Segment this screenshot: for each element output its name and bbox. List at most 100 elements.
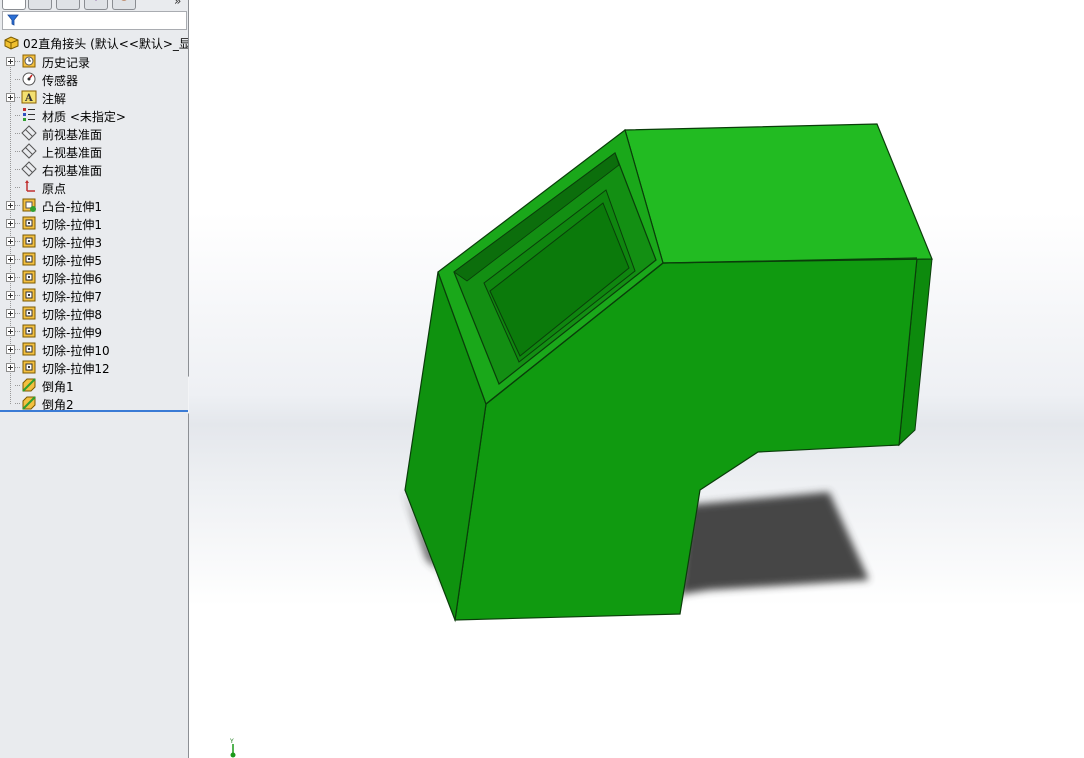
dimxpert-tab[interactable] — [84, 0, 108, 10]
display-manager-icon — [121, 0, 127, 1]
configuration-manager-tab[interactable] — [56, 0, 80, 10]
property-manager-icon — [32, 0, 48, 1]
chamfer-icon — [21, 377, 37, 393]
graphics-viewport[interactable]: Y — [189, 0, 1084, 758]
tree-item-label: 凸台-拉伸1 — [42, 200, 102, 214]
tree-item[interactable]: 切除-拉伸8 — [0, 304, 188, 322]
cut-extrude-icon — [21, 287, 37, 303]
annotation-icon: A — [21, 89, 37, 105]
plane-icon — [21, 143, 37, 159]
material-icon — [21, 107, 37, 123]
tree-connector — [15, 61, 20, 62]
svg-text:A: A — [24, 93, 33, 104]
more-tabs-chevron-icon[interactable]: » — [174, 0, 181, 8]
tree-item[interactable]: 切除-拉伸3 — [0, 232, 188, 250]
tree-item-label: 切除-拉伸8 — [42, 308, 102, 322]
expand-toggle-icon[interactable] — [6, 363, 15, 372]
cut-extrude-icon — [21, 251, 37, 267]
tree-connector — [15, 385, 20, 386]
cut-extrude-icon — [21, 215, 37, 231]
cut-extrude-icon — [21, 323, 37, 339]
tree-connector — [15, 241, 20, 242]
tree-connector — [15, 79, 20, 80]
tree-item[interactable]: 凸台-拉伸1 — [0, 196, 188, 214]
expand-toggle-icon[interactable] — [6, 327, 15, 336]
tree-item[interactable]: 切除-拉伸9 — [0, 322, 188, 340]
tree-item-label: 上视基准面 — [42, 146, 103, 160]
tree-item-label: 切除-拉伸5 — [42, 254, 102, 268]
expand-toggle-icon[interactable] — [6, 237, 15, 246]
configuration-manager-icon — [60, 0, 76, 1]
feature-manager-icon — [6, 0, 22, 1]
tree-connector — [15, 97, 20, 98]
tree-item[interactable]: 传感器 — [0, 70, 188, 88]
rollback-bar[interactable] — [0, 410, 188, 412]
plane-icon — [21, 125, 37, 141]
tree-item[interactable]: 材质 <未指定> — [0, 106, 188, 124]
feature-tree: 历史记录 传感器 A 注解材质 <未指定> 前视基准面上视基准面 右视基准面 原点凸台-拉伸… — [0, 52, 188, 412]
tree-item[interactable]: 上视基准面 — [0, 142, 188, 160]
tree-item-label: 切除-拉伸6 — [42, 272, 102, 286]
cut-extrude-icon — [21, 269, 37, 285]
tree-item-label: 切除-拉伸7 — [42, 290, 102, 304]
tree-item-label: 切除-拉伸9 — [42, 326, 102, 340]
filter-icon — [7, 14, 19, 26]
display-manager-tab[interactable] — [112, 0, 136, 10]
cut-extrude-icon — [21, 233, 37, 249]
tree-item-label: 切除-拉伸12 — [42, 362, 110, 376]
expand-toggle-icon[interactable] — [6, 345, 15, 354]
tree-item[interactable]: 历史记录 — [0, 52, 188, 70]
chamfer-icon — [21, 395, 37, 411]
tree-connector — [15, 313, 20, 314]
expand-toggle-icon[interactable] — [6, 219, 15, 228]
tree-item[interactable]: 倒角1 — [0, 376, 188, 394]
property-manager-tab[interactable] — [28, 0, 52, 10]
tree-connector — [15, 349, 20, 350]
tree-item[interactable]: 切除-拉伸1 — [0, 214, 188, 232]
expand-toggle-icon[interactable] — [6, 291, 15, 300]
expand-toggle-icon[interactable] — [6, 255, 15, 264]
expand-toggle-icon[interactable] — [6, 93, 15, 102]
origin-icon — [21, 179, 37, 195]
dimxpert-icon — [95, 0, 97, 1]
tree-connector — [15, 223, 20, 224]
tree-filter-input[interactable] — [2, 11, 187, 30]
expand-toggle-icon[interactable] — [6, 273, 15, 282]
tree-item[interactable]: 切除-拉伸10 — [0, 340, 188, 358]
tree-item[interactable]: 切除-拉伸12 — [0, 358, 188, 376]
part-3d-model[interactable] — [189, 0, 1084, 758]
sensor-icon — [21, 71, 37, 87]
tree-connector — [15, 115, 20, 116]
tree-item[interactable]: A 注解 — [0, 88, 188, 106]
tree-connector — [15, 187, 20, 188]
expand-toggle-icon[interactable] — [6, 309, 15, 318]
feature-manager-panel: » 02直角接头 (默认<<默认>_显 历史记录 传感器 A 注解材质 <未指定> 前视… — [0, 0, 189, 758]
cut-extrude-icon — [21, 305, 37, 321]
tree-connector — [15, 151, 20, 152]
tree-item-label: 材质 <未指定> — [42, 110, 126, 124]
tree-item[interactable]: 前视基准面 — [0, 124, 188, 142]
tree-connector — [15, 403, 20, 404]
tree-root-part[interactable]: 02直角接头 (默认<<默认>_显 — [3, 34, 188, 52]
tree-item[interactable]: 原点 — [0, 178, 188, 196]
cut-extrude-icon — [21, 359, 37, 375]
tree-item-label: 切除-拉伸3 — [42, 236, 102, 250]
tree-connector — [15, 277, 20, 278]
triad-y-label: Y — [229, 738, 234, 745]
tree-item[interactable]: 切除-拉伸5 — [0, 250, 188, 268]
panel-tab-bar: » — [0, 0, 188, 10]
tree-connector — [15, 205, 20, 206]
tree-connector — [15, 367, 20, 368]
tree-item[interactable]: 切除-拉伸7 — [0, 286, 188, 304]
expand-toggle-icon[interactable] — [6, 201, 15, 210]
tree-item-label: 历史记录 — [42, 56, 91, 70]
boss-extrude-icon — [21, 197, 37, 213]
expand-toggle-icon[interactable] — [6, 57, 15, 66]
tree-item[interactable]: 右视基准面 — [0, 160, 188, 178]
model-top-face — [624, 123, 933, 264]
cut-extrude-icon — [21, 341, 37, 357]
history-icon — [21, 53, 37, 69]
feature-manager-tab[interactable] — [2, 0, 26, 10]
tree-item-label: 倒角1 — [42, 380, 74, 394]
tree-item[interactable]: 切除-拉伸6 — [0, 268, 188, 286]
